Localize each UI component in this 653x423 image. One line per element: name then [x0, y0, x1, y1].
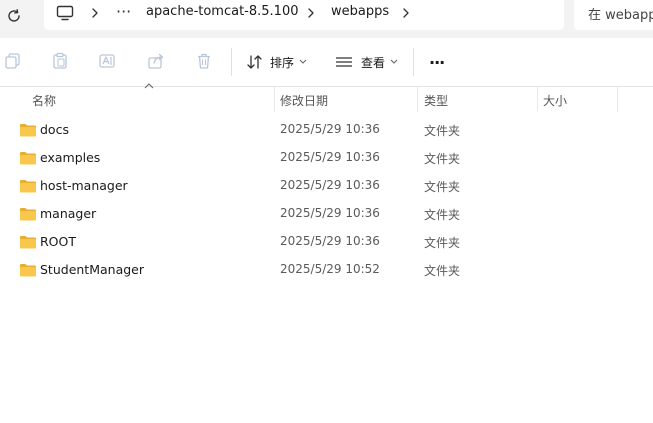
address-bar-area: ··· apache-tomcat-8.5.100 webapps 在 weba… — [0, 0, 653, 38]
chevron-right-icon[interactable] — [400, 6, 412, 20]
folder-icon — [20, 124, 36, 137]
file-type: 文件夹 — [424, 124, 461, 138]
file-row[interactable]: examples 2025/5/29 10:36 文件夹 — [0, 144, 653, 172]
file-name: manager — [40, 206, 97, 221]
file-modified: 2025/5/29 10:36 — [280, 234, 380, 248]
folder-icon — [20, 180, 36, 193]
file-modified: 2025/5/29 10:36 — [280, 178, 380, 192]
file-name: StudentManager — [40, 262, 144, 277]
search-placeholder: 在 webapps — [588, 8, 653, 23]
column-header-size[interactable]: 大小 — [543, 92, 567, 109]
column-header-type[interactable]: 类型 — [424, 92, 448, 109]
folder-icon — [20, 236, 36, 249]
sort-button[interactable]: 排序 — [246, 52, 307, 72]
chevron-down-icon — [299, 59, 307, 64]
file-modified: 2025/5/29 10:52 — [280, 262, 380, 276]
chevron-right-icon[interactable] — [89, 6, 101, 20]
view-label: 查看 — [361, 55, 386, 70]
chevron-down-icon — [390, 59, 398, 64]
chevron-right-icon[interactable] — [305, 6, 317, 20]
file-row[interactable]: docs 2025/5/29 10:36 文件夹 — [0, 116, 653, 144]
column-divider[interactable] — [617, 86, 618, 112]
view-icon — [336, 57, 352, 67]
column-header-name[interactable]: 名称 — [32, 92, 56, 109]
column-header-row: 名称 修改日期 类型 大小 — [0, 83, 653, 112]
breadcrumb-overflow[interactable]: ··· — [116, 2, 131, 21]
address-bar[interactable]: ··· apache-tomcat-8.5.100 webapps — [44, 0, 564, 30]
sort-label: 排序 — [270, 55, 295, 70]
more-options-button[interactable]: ··· — [429, 52, 445, 72]
file-type: 文件夹 — [424, 152, 461, 166]
file-modified: 2025/5/29 10:36 — [280, 150, 380, 164]
file-row[interactable]: manager 2025/5/29 10:36 文件夹 — [0, 200, 653, 228]
file-name: host-manager — [40, 178, 128, 193]
file-type: 文件夹 — [424, 180, 461, 194]
file-name: examples — [40, 150, 101, 165]
column-divider[interactable] — [274, 86, 275, 112]
this-pc-icon[interactable] — [56, 4, 74, 22]
column-divider[interactable] — [537, 86, 538, 112]
copy-icon[interactable] — [4, 52, 22, 70]
column-header-modified[interactable]: 修改日期 — [280, 92, 328, 109]
sort-icon — [247, 55, 262, 69]
column-divider[interactable] — [417, 86, 418, 112]
sort-ascending-icon — [144, 83, 154, 89]
file-type: 文件夹 — [424, 236, 461, 250]
folder-icon — [20, 264, 36, 277]
view-button[interactable]: 查看 — [335, 52, 398, 72]
file-row[interactable]: StudentManager 2025/5/29 10:52 文件夹 — [0, 256, 653, 284]
folder-icon — [20, 208, 36, 221]
file-modified: 2025/5/29 10:36 — [280, 206, 380, 220]
file-row[interactable]: host-manager 2025/5/29 10:36 文件夹 — [0, 172, 653, 200]
command-bar: 排序 查看 ··· — [0, 38, 653, 87]
paste-icon[interactable] — [51, 52, 69, 70]
file-type: 文件夹 — [424, 208, 461, 222]
folder-icon — [20, 152, 36, 165]
file-name: ROOT — [40, 234, 76, 249]
file-name: docs — [40, 122, 69, 137]
toolbar-divider — [231, 48, 232, 76]
search-box[interactable]: 在 webapps — [574, 0, 653, 30]
toolbar-divider — [413, 48, 414, 76]
file-row[interactable]: ROOT 2025/5/29 10:36 文件夹 — [0, 228, 653, 256]
rename-icon[interactable] — [98, 52, 116, 70]
breadcrumb-tomcat[interactable]: apache-tomcat-8.5.100 — [146, 4, 299, 19]
file-modified: 2025/5/29 10:36 — [280, 122, 380, 136]
delete-icon[interactable] — [195, 52, 213, 70]
breadcrumb-webapps[interactable]: webapps — [331, 4, 389, 19]
file-type: 文件夹 — [424, 264, 461, 278]
refresh-button[interactable] — [4, 6, 24, 26]
share-icon[interactable] — [147, 52, 165, 70]
refresh-icon — [8, 9, 20, 22]
